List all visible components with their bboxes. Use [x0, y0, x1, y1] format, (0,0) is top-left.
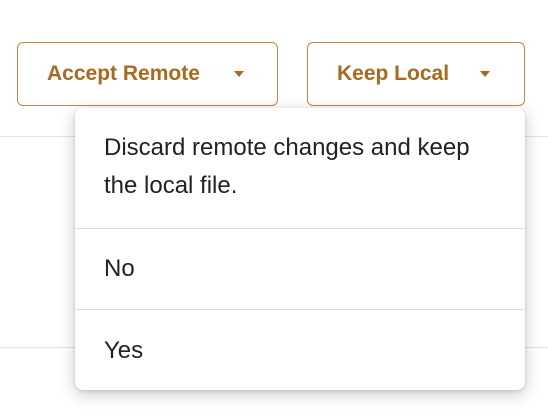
accept-remote-button[interactable]: Accept Remote [17, 42, 278, 106]
keep-local-button[interactable]: Keep Local [307, 42, 525, 106]
menu-description: Discard remote changes and keep the loca… [75, 108, 525, 229]
menu-item-no[interactable]: No [75, 229, 525, 310]
menu-item-no-label: No [104, 255, 135, 282]
menu-item-yes[interactable]: Yes [75, 310, 525, 390]
keep-local-label: Keep Local [337, 62, 450, 85]
menu-item-yes-label: Yes [104, 336, 144, 364]
accept-remote-label: Accept Remote [47, 62, 200, 85]
caret-down-icon [480, 71, 490, 77]
caret-down-icon [234, 71, 244, 77]
keep-local-dropdown-menu: Discard remote changes and keep the loca… [75, 108, 525, 390]
